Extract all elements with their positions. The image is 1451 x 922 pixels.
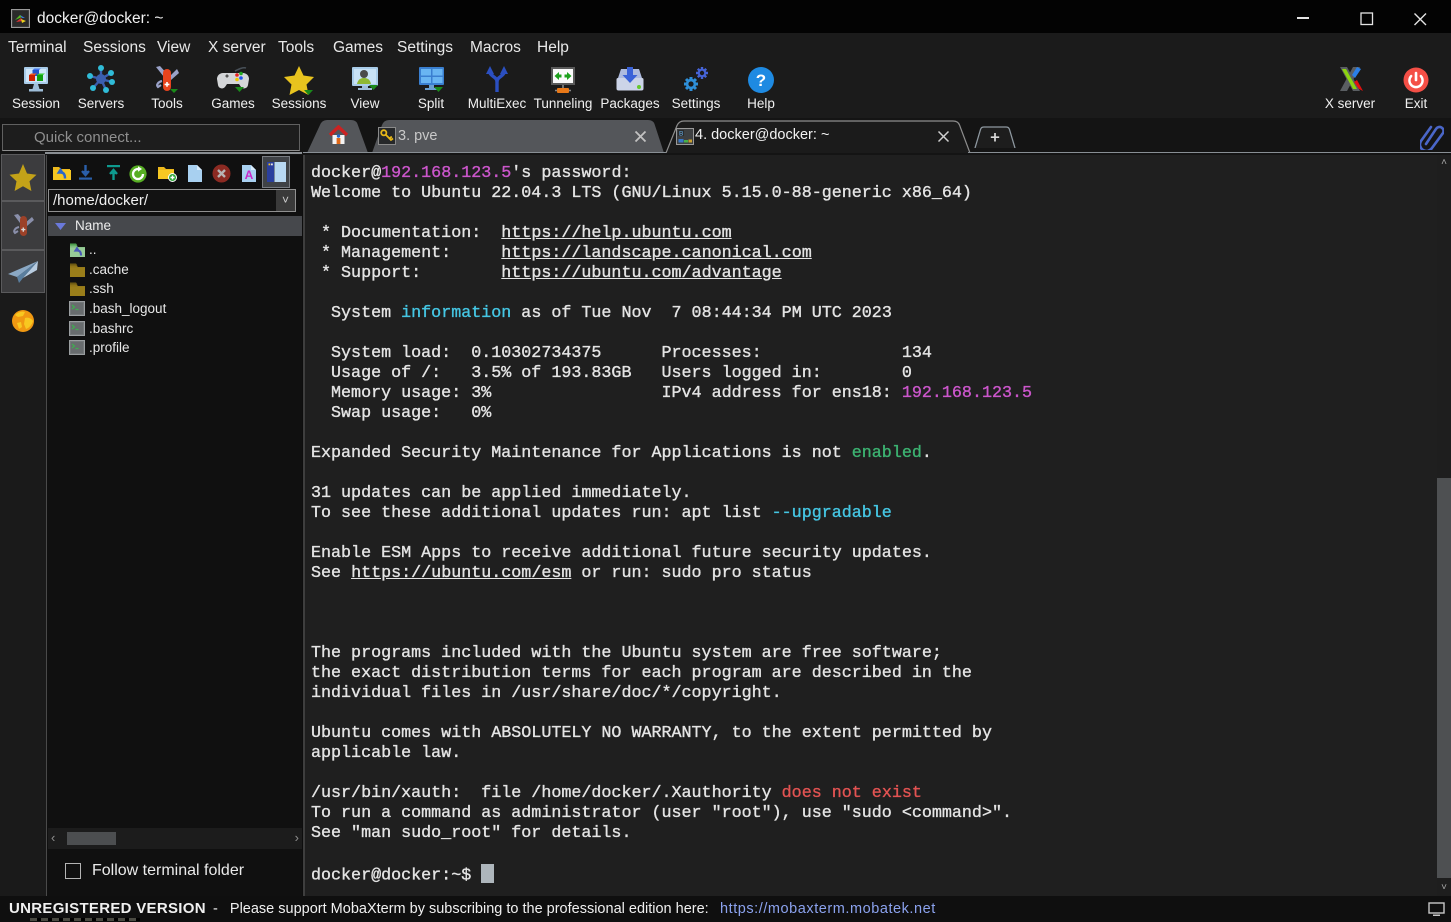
svg-text:A: A (245, 168, 254, 182)
svg-text:?: ? (756, 71, 766, 90)
svg-text:B: B (679, 131, 683, 138)
